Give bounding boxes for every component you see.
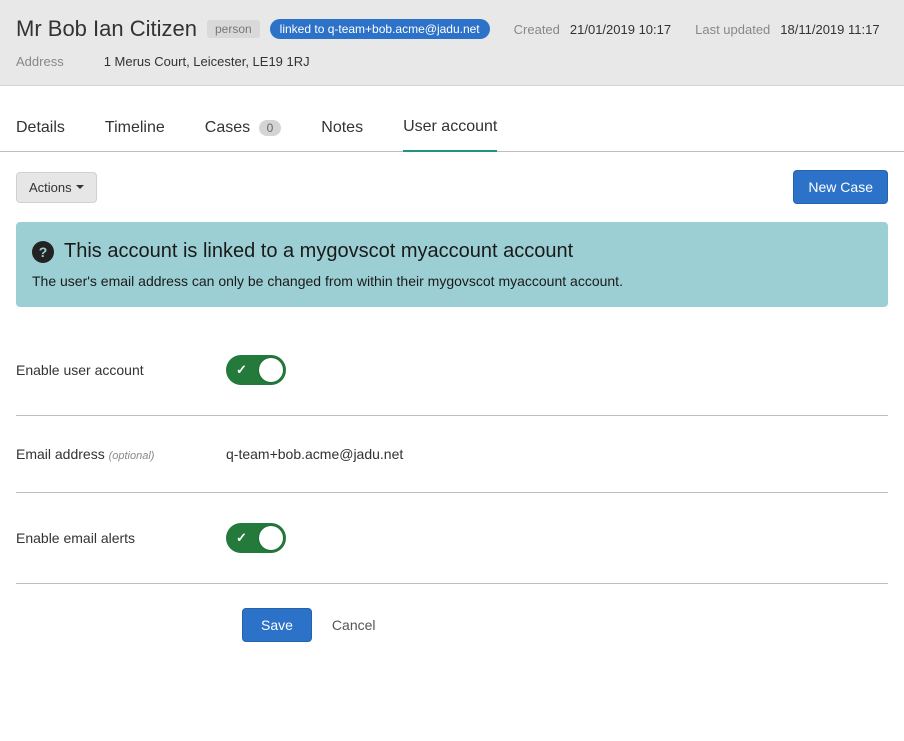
email-label: Email address (16, 446, 105, 462)
caret-down-icon (76, 185, 84, 189)
tab-details[interactable]: Details (16, 105, 65, 151)
address-label: Address (16, 54, 64, 69)
tab-cases-label: Cases (205, 119, 250, 136)
linked-email-tag: linked to q-team+bob.acme@jadu.net (270, 19, 490, 39)
linked-account-alert: ? This account is linked to a mygovscot … (16, 222, 888, 307)
email-label-wrap: Email address (optional) (16, 446, 226, 462)
actions-button[interactable]: Actions (16, 172, 97, 203)
updated-value: 18/11/2019 11:17 (780, 22, 879, 37)
save-button[interactable]: Save (242, 608, 312, 642)
action-row: Actions New Case (0, 152, 904, 204)
enable-account-label: Enable user account (16, 362, 226, 378)
person-type-tag: person (207, 20, 260, 38)
toggle-knob (259, 526, 283, 550)
tab-notes[interactable]: Notes (321, 105, 363, 151)
row-enable-account: Enable user account ✓ (16, 325, 888, 416)
page-header: Mr Bob Ian Citizen person linked to q-te… (0, 0, 904, 86)
enable-alerts-toggle[interactable]: ✓ (226, 523, 286, 553)
header-top-row: Mr Bob Ian Citizen person linked to q-te… (16, 16, 888, 42)
row-email: Email address (optional) q-team+bob.acme… (16, 416, 888, 493)
tabstrip: Details Timeline Cases 0 Notes User acco… (0, 104, 904, 152)
tab-user-account[interactable]: User account (403, 104, 497, 152)
updated-label: Last updated (695, 22, 770, 37)
enable-alerts-label: Enable email alerts (16, 530, 226, 546)
new-case-button[interactable]: New Case (793, 170, 888, 204)
form-actions: Save Cancel (16, 584, 888, 666)
tab-cases-count: 0 (259, 120, 282, 136)
person-name: Mr Bob Ian Citizen (16, 16, 197, 42)
created-value: 21/01/2019 10:17 (570, 22, 671, 37)
row-enable-alerts: Enable email alerts ✓ (16, 493, 888, 584)
alert-text: The user's email address can only be cha… (32, 273, 872, 289)
email-optional: (optional) (109, 450, 155, 462)
created-label: Created (514, 22, 560, 37)
alert-title: This account is linked to a mygovscot my… (64, 240, 573, 263)
toggle-knob (259, 358, 283, 382)
cancel-button[interactable]: Cancel (332, 617, 376, 633)
tab-cases[interactable]: Cases 0 (205, 105, 282, 151)
alert-title-row: ? This account is linked to a mygovscot … (32, 240, 872, 263)
address-value: 1 Merus Court, Leicester, LE19 1RJ (104, 54, 310, 69)
check-icon: ✓ (236, 530, 247, 546)
tab-timeline[interactable]: Timeline (105, 105, 165, 151)
email-value: q-team+bob.acme@jadu.net (226, 446, 403, 462)
check-icon: ✓ (236, 362, 247, 378)
info-icon: ? (32, 241, 54, 263)
actions-label: Actions (29, 180, 72, 195)
enable-account-toggle[interactable]: ✓ (226, 355, 286, 385)
form-section: Enable user account ✓ Email address (opt… (0, 325, 904, 666)
header-sub-row: Address 1 Merus Court, Leicester, LE19 1… (16, 54, 888, 69)
